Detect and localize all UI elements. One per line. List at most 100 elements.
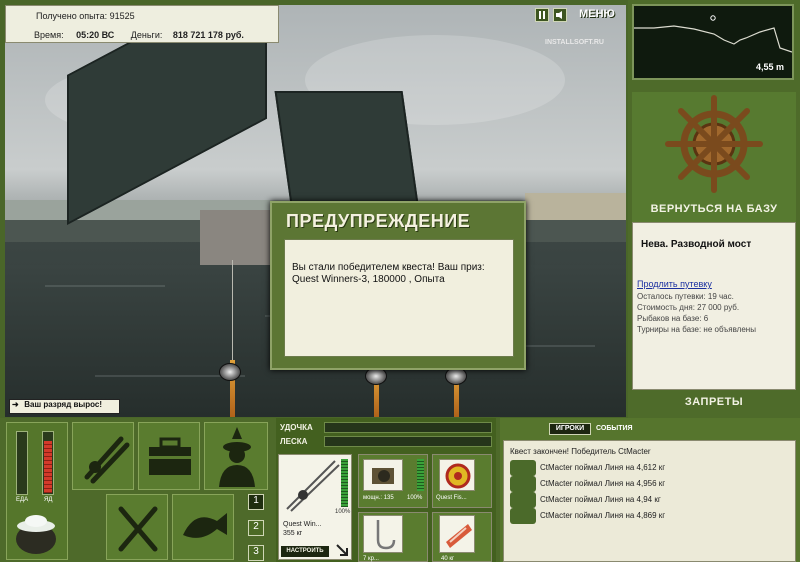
list-item: CtMacter поймал Линя на 4,956 кг — [540, 479, 666, 488]
time-value: 05:20 ВС — [76, 30, 115, 40]
poison-label: ЯД — [44, 497, 53, 503]
tab-events[interactable]: СОБЫТИЯ — [596, 425, 633, 432]
rod-percent: 100% — [335, 509, 351, 515]
bait-thumb — [439, 515, 475, 553]
location-name: Нева. Разводной мост — [641, 239, 752, 250]
dialog-title: ПРЕДУПРЕЖДЕНИЕ — [286, 211, 471, 231]
extend-trip-link[interactable]: Продлить путевку — [637, 279, 712, 289]
fish-tile[interactable] — [172, 494, 234, 560]
list-item: CtMacter поймал Линя на 4,869 кг — [540, 511, 666, 520]
fishers-count: Рыбаков на базе: 6 — [637, 314, 709, 323]
food-label: ЕДА — [16, 497, 29, 503]
status-meters: ЕДА ЯД — [6, 422, 68, 560]
rod-label: УДОЧКА — [280, 423, 313, 432]
bans-button[interactable]: ЗАПРЕТЫ — [632, 396, 796, 408]
line-spool-icon — [445, 463, 471, 489]
fisherman-tile[interactable] — [204, 422, 268, 490]
depth-sonar: 4,55 m — [632, 4, 794, 80]
toast-text: Ваш разряд вырос! — [24, 400, 103, 409]
poison-meter — [42, 431, 54, 495]
warning-dialog[interactable]: ПРЕДУПРЕЖДЕНИЕ Вы стали победителем квес… — [270, 201, 526, 370]
rod-card[interactable]: 100% Quest Win... 355 кг НАСТРОИТЬ — [278, 454, 352, 560]
rod-name: Quest Win... — [283, 521, 322, 528]
dialog-message: Вы стали победителем квеста! Ваш приз: Q… — [284, 239, 514, 357]
stats-panel: Получено опыта: 91525 Время: 05:20 ВС Де… — [5, 5, 279, 43]
line-name: Quest Fis... — [436, 495, 467, 501]
watermark: INSTALLSOFT.RU — [545, 39, 604, 46]
reel-caption: мощн.: 135 — [363, 495, 394, 501]
depth-value: 4,55 m — [755, 62, 784, 72]
food-meter — [16, 431, 28, 495]
reel-1-icon[interactable] — [219, 363, 241, 381]
location-info: Нева. Разводной мост Продлить путевку Ос… — [632, 222, 796, 390]
arrow-down-right-icon[interactable] — [335, 543, 349, 557]
hook-caption: 7 кр... — [363, 556, 379, 562]
gear-panel: УДОЧКА ЛЕСКА 100% Quest Win... 355 кг НА… — [276, 418, 496, 562]
dialog-message-text: Вы стали победителем квеста! Ваш приз: Q… — [292, 262, 485, 285]
fish-icon — [510, 460, 536, 476]
bait-caption: 40 кг — [441, 556, 455, 562]
fish-icon — [510, 476, 536, 492]
rank-up-toast[interactable]: ➜ Ваш разряд вырос! — [9, 399, 120, 414]
fish-icon — [510, 508, 536, 524]
reel-percent: 100% — [407, 495, 423, 501]
return-to-base-button[interactable]: ВЕРНУТЬСЯ НА БАЗУ — [632, 203, 796, 215]
fisherman-icon — [219, 427, 255, 487]
fishing-rods-icon — [84, 436, 130, 484]
list-item: Квест закончен! Победитель CtMacter — [510, 447, 651, 456]
reel-card[interactable]: мощн.: 135 100% — [358, 454, 428, 508]
rods-tile[interactable] — [72, 422, 134, 490]
reel-icon — [372, 468, 394, 484]
experience-label: Получено опыта: — [36, 11, 108, 21]
list-item: CtMacter поймал Линя на 4,94 кг — [540, 495, 661, 504]
tab-players[interactable]: ИГРОКИ — [549, 423, 591, 435]
experience-value: 91525 — [109, 11, 135, 21]
cauldron-icon[interactable] — [11, 509, 61, 555]
base-button-area[interactable]: ВЕРНУТЬСЯ НА БАЗУ — [632, 92, 796, 222]
hook-icon — [376, 520, 396, 550]
arrow-icon: ➜ — [12, 400, 19, 409]
setup-button[interactable]: НАСТРОИТЬ — [281, 546, 329, 557]
hook-thumb — [363, 515, 403, 553]
time-money-line: Время: 05:20 ВС Деньги: 818 721 178 руб. — [34, 30, 244, 40]
day-cost: Стоимость дня: 27 000 руб. — [637, 303, 740, 312]
slot-2-button[interactable]: 2 — [248, 520, 264, 536]
menu-button[interactable]: МЕНЮ — [576, 8, 618, 22]
line-thumb — [439, 459, 475, 491]
sound-icon[interactable] — [553, 8, 567, 22]
line-card[interactable]: Quest Fis... — [432, 454, 492, 508]
list-item: CtMacter поймал Линя на 4,612 кг — [540, 463, 666, 472]
bait-icon — [446, 524, 472, 548]
events-list: Квест закончен! Победитель CtMacter CtMa… — [503, 440, 796, 562]
money-value: 818 721 178 руб. — [172, 30, 244, 40]
fishing-line — [232, 260, 233, 365]
tournaments-status: Турниры на базе: не объявлены — [637, 325, 756, 334]
tackle-box-tile[interactable] — [138, 422, 200, 490]
rod-weight: 355 кг — [283, 530, 303, 537]
trip-remaining: Осталось путевки: 19 час. — [637, 292, 734, 301]
kitchen-tile[interactable] — [106, 494, 168, 560]
rod-condition-bar — [341, 459, 348, 507]
time-label: Время: — [34, 30, 64, 40]
hook-card[interactable]: 7 кр... — [358, 512, 428, 562]
tackle-box-icon — [149, 437, 191, 475]
line-durability-bar — [324, 436, 492, 447]
rod-durability-bar — [324, 422, 492, 433]
money-label: Деньги: — [130, 30, 163, 40]
reel-thumb — [363, 459, 403, 491]
fish-icon — [510, 492, 536, 508]
bridge-leaf-right — [274, 91, 420, 211]
poison-level-fill — [44, 441, 52, 493]
pause-icon[interactable] — [535, 8, 549, 22]
game-screen: INSTALLSOFT.RU Получено опыта: 91525 Вре… — [0, 0, 800, 562]
slot-1-button[interactable]: 1 — [248, 494, 264, 510]
experience-line: Получено опыта: 91525 — [36, 11, 135, 21]
line-label: ЛЕСКА — [280, 437, 308, 446]
fish-icon — [183, 513, 227, 538]
rod-icon — [286, 460, 340, 512]
wave — [45, 285, 165, 287]
knife-fork-icon — [118, 506, 158, 552]
bait-card[interactable]: 40 кг — [432, 512, 492, 562]
slot-3-button[interactable]: 3 — [248, 545, 264, 561]
reel-condition-bar — [417, 459, 424, 491]
